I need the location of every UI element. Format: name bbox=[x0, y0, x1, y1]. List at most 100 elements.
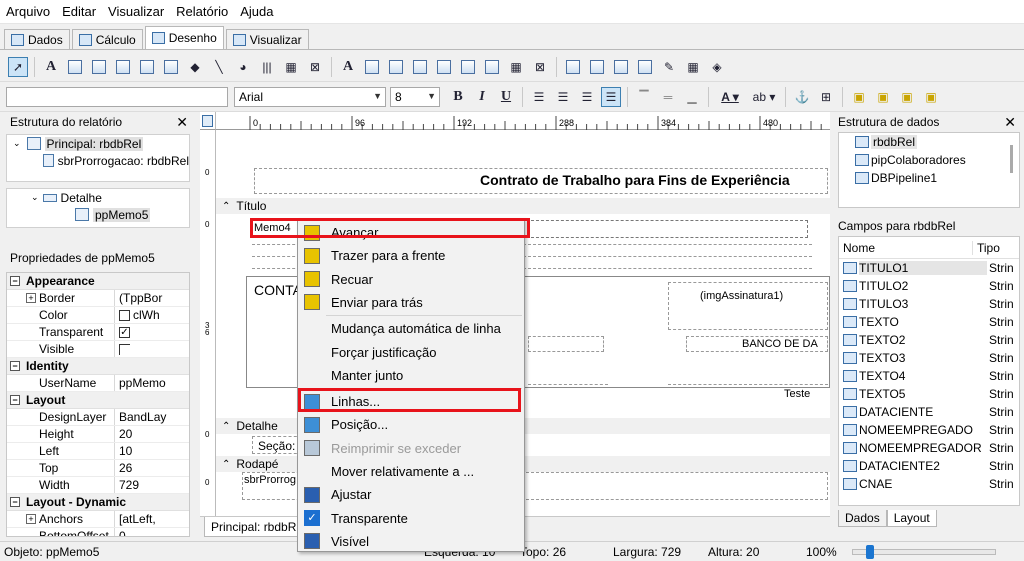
pagebreak-tool-button[interactable] bbox=[611, 57, 631, 77]
property-row[interactable]: UserName ppMemo bbox=[7, 375, 189, 392]
menu-item[interactable]: Mudança automática de linha bbox=[298, 317, 524, 340]
zoom-slider-thumb[interactable] bbox=[866, 545, 874, 559]
tree-item-ppmemo5[interactable]: ppMemo5 bbox=[7, 206, 189, 223]
menu-editar[interactable]: Editar bbox=[62, 4, 96, 19]
property-row[interactable]: Height 20 bbox=[7, 426, 189, 443]
column-header-nome[interactable]: Nome bbox=[839, 240, 973, 255]
richtext-tool-button[interactable] bbox=[89, 57, 109, 77]
menu-item[interactable]: Enviar para trás bbox=[298, 291, 524, 314]
image-tool-button[interactable] bbox=[161, 57, 181, 77]
field-row[interactable]: DATACIENTE Strin bbox=[839, 403, 1019, 421]
highlight-color-button[interactable]: ab ▾ bbox=[749, 87, 779, 107]
tab-layout-fields[interactable]: Layout bbox=[886, 510, 937, 527]
field-box[interactable] bbox=[528, 336, 604, 352]
expand-icon[interactable]: + bbox=[26, 293, 36, 303]
property-value-cell[interactable]: 0 bbox=[115, 529, 189, 536]
dbrichtext-tool-button[interactable] bbox=[386, 57, 406, 77]
barcode-tool-button[interactable]: ||| bbox=[257, 57, 277, 77]
dbimage-tool-button[interactable] bbox=[434, 57, 454, 77]
checkbox-unchecked[interactable] bbox=[119, 343, 130, 355]
calc-tool-button[interactable] bbox=[113, 57, 133, 77]
tree-item-subreport[interactable]: sbrProrrogacao: rbdbRel bbox=[7, 152, 189, 169]
property-value-cell[interactable]: ✓ bbox=[115, 326, 189, 338]
bring-forward-button[interactable]: ▣ bbox=[849, 87, 869, 107]
property-value-cell[interactable]: [atLeft, bbox=[115, 512, 189, 526]
chart-tool-button[interactable]: ◕ bbox=[233, 57, 253, 77]
send-backward-button[interactable]: ▣ bbox=[897, 87, 917, 107]
subreport-tool-button[interactable] bbox=[587, 57, 607, 77]
align-left-button[interactable]: ☰ bbox=[529, 87, 549, 107]
property-value-cell[interactable]: (TppBor bbox=[115, 291, 189, 305]
data-item-dbpipeline1[interactable]: DBPipeline1 bbox=[839, 169, 1019, 187]
menu-item[interactable]: Recuar bbox=[298, 268, 524, 291]
field-row[interactable]: NOMEEMPREGADOR Strin bbox=[839, 439, 1019, 457]
dbbarcode-tool-button[interactable] bbox=[458, 57, 478, 77]
font-name-select[interactable]: Arial ▼ bbox=[234, 86, 386, 107]
table-tool-button[interactable]: ▦ bbox=[683, 57, 703, 77]
tab-dados-fields[interactable]: Dados bbox=[838, 510, 887, 527]
memo-tool-button[interactable] bbox=[65, 57, 85, 77]
valign-top-button[interactable]: ▔ bbox=[634, 87, 654, 107]
property-value-cell[interactable]: 26 bbox=[115, 461, 189, 475]
data-item-pipcolaboradores[interactable]: pipColaboradores bbox=[839, 151, 1019, 169]
dbchart-tool-button[interactable] bbox=[482, 57, 502, 77]
field-row[interactable]: TEXTO5 Strin bbox=[839, 385, 1019, 403]
valign-bottom-button[interactable]: ▁ bbox=[682, 87, 702, 107]
shape-tool-button[interactable]: ◆ bbox=[185, 57, 205, 77]
property-value-cell[interactable]: 20 bbox=[115, 427, 189, 441]
field-row[interactable]: TEXTO2 Strin bbox=[839, 331, 1019, 349]
italic-button[interactable]: I bbox=[472, 87, 492, 107]
crosstab-tool-button[interactable] bbox=[635, 57, 655, 77]
bold-button[interactable]: B bbox=[448, 87, 468, 107]
field-row[interactable]: TEXTO4 Strin bbox=[839, 367, 1019, 385]
tab-visualizar[interactable]: Visualizar bbox=[225, 29, 309, 49]
property-row[interactable]: + Anchors [atLeft, bbox=[7, 511, 189, 528]
field-row[interactable]: NOMEEMPREGADO Strin bbox=[839, 421, 1019, 439]
page-tab-principal[interactable]: Principal: rbdbR bbox=[204, 517, 304, 537]
align-center-button[interactable]: ☰ bbox=[553, 87, 573, 107]
menu-item[interactable]: ✓ Transparente bbox=[298, 507, 524, 530]
menu-item[interactable]: Trazer para a frente bbox=[298, 244, 524, 267]
dbcalc-tool-button[interactable] bbox=[410, 57, 430, 77]
db2d-tool-button[interactable]: ▦ bbox=[506, 57, 526, 77]
property-row[interactable]: DesignLayer BandLay bbox=[7, 409, 189, 426]
send-back-button[interactable]: ▣ bbox=[921, 87, 941, 107]
checkbox-checked[interactable]: ✓ bbox=[119, 326, 130, 338]
checkbox-tool-button[interactable]: ⊠ bbox=[305, 57, 325, 77]
variable-tool-button[interactable] bbox=[137, 57, 157, 77]
close-icon[interactable]: ✕ bbox=[176, 114, 188, 131]
label-tool-button[interactable]: A bbox=[41, 57, 61, 77]
font-color-button[interactable]: A ▾ bbox=[715, 87, 745, 107]
property-row[interactable]: Visible bbox=[7, 341, 189, 358]
tab-dados[interactable]: Dados bbox=[4, 29, 70, 49]
property-value-cell[interactable]: BandLay bbox=[115, 410, 189, 424]
underline-button[interactable]: U bbox=[496, 87, 516, 107]
anchors-button[interactable]: ⚓ bbox=[792, 87, 812, 107]
column-header-tipo[interactable]: Tipo bbox=[973, 241, 1000, 255]
dblabel-tool-button[interactable]: A bbox=[338, 57, 358, 77]
property-value-cell[interactable] bbox=[115, 343, 189, 355]
valign-middle-button[interactable]: ═ bbox=[658, 87, 678, 107]
property-row[interactable]: + Border (TppBor bbox=[7, 290, 189, 307]
report-title-label[interactable]: Contrato de Trabalho para Fins de Experi… bbox=[480, 172, 790, 188]
region-tool-button[interactable] bbox=[563, 57, 583, 77]
property-value-cell[interactable]: ppMemo bbox=[115, 376, 189, 390]
tree-item-principal[interactable]: ⌄ Principal: rbdbRel bbox=[7, 135, 189, 152]
field-row[interactable]: TEXTO3 Strin bbox=[839, 349, 1019, 367]
expand-icon[interactable]: + bbox=[26, 514, 36, 524]
property-row[interactable]: Left 10 bbox=[7, 443, 189, 460]
property-row[interactable]: Transparent ✓ bbox=[7, 324, 189, 341]
field-row[interactable]: CNAE Strin bbox=[839, 475, 1019, 493]
field-row[interactable]: TITULO2 Strin bbox=[839, 277, 1019, 295]
barcode2d-tool-button[interactable]: ▦ bbox=[281, 57, 301, 77]
close-icon[interactable]: ✕ bbox=[1004, 114, 1016, 131]
property-category[interactable]: − Appearance bbox=[7, 273, 189, 290]
property-category[interactable]: − Layout bbox=[7, 392, 189, 409]
line-tool-button[interactable]: ╲ bbox=[209, 57, 229, 77]
tree-item-detalhe[interactable]: ⌄ Detalhe bbox=[7, 189, 189, 206]
dbcheckbox-tool-button[interactable]: ⊠ bbox=[530, 57, 550, 77]
conta-label[interactable]: CONTA bbox=[254, 282, 302, 298]
menu-item[interactable]: Posição... bbox=[298, 413, 524, 436]
data-tree-scrollbar[interactable] bbox=[1010, 145, 1013, 173]
menu-arquivo[interactable]: Arquivo bbox=[6, 4, 50, 19]
